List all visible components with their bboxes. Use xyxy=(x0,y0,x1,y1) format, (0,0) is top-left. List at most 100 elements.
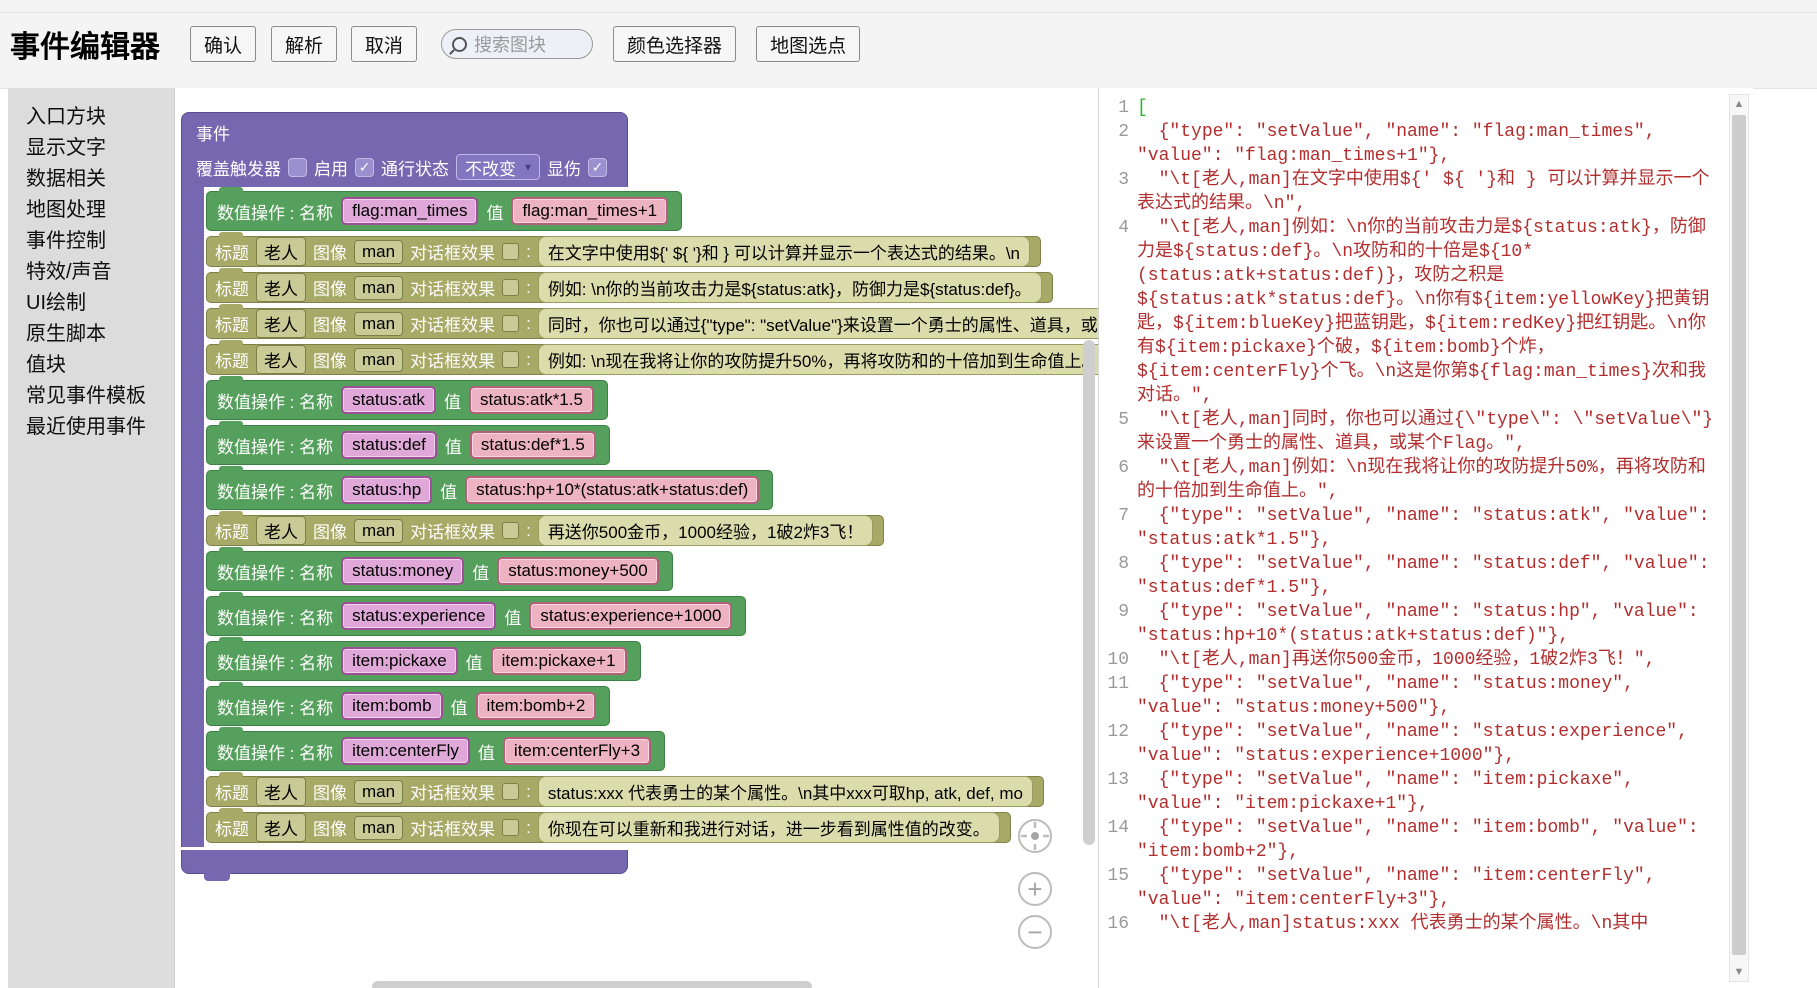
text-content-field[interactable]: status:xxx 代表勇士的某个属性。\n其中xxx可取hp, atk, d… xyxy=(538,776,1033,807)
name-chip[interactable]: item:centerFly xyxy=(341,737,470,765)
title-chip[interactable]: 老人 xyxy=(256,237,306,266)
text-block[interactable]: 标题老人图像man对话框效果:在文字中使用${' ${ '}和 } 可以计算并显… xyxy=(206,236,1041,267)
dialog-effect-checkbox[interactable] xyxy=(502,279,519,296)
value-chip[interactable]: item:bomb+2 xyxy=(476,692,597,720)
enable-checkbox[interactable]: ✓ xyxy=(355,158,374,177)
cancel-button[interactable]: 取消 xyxy=(351,26,417,62)
text-content-field[interactable]: 再送你500金币，1000经验，1破2炸3飞！ xyxy=(538,515,874,546)
image-chip[interactable]: man xyxy=(354,276,403,300)
setvalue-block[interactable]: 数值操作 : 名称flag:man_times值flag:man_times+1 xyxy=(206,191,682,231)
name-chip[interactable]: item:bomb xyxy=(341,692,442,720)
code-scrollbar[interactable]: ▲ ▼ xyxy=(1729,94,1749,982)
dialog-effect-checkbox[interactable] xyxy=(502,243,519,260)
map-pick-button[interactable]: 地图选点 xyxy=(756,26,860,62)
title-chip[interactable]: 老人 xyxy=(256,777,306,806)
enable-label: 启用 xyxy=(314,155,348,180)
sidebar-item-6[interactable]: 特效/声音 xyxy=(8,257,174,288)
title-chip[interactable]: 老人 xyxy=(256,813,306,842)
text-block[interactable]: 标题老人图像man对话框效果:例如: \n你的当前攻击力是${status:at… xyxy=(206,272,1053,303)
event-block[interactable]: 事件 覆盖触发器 启用 ✓ 通行状态 不改变 ▾ 显伤 ✓ 数值操作 : 名称f… xyxy=(181,112,1098,874)
dialog-effect-checkbox[interactable] xyxy=(502,351,519,368)
code-line-text: "\t[老人,man]在文字中使用${' ${ '}和 } 可以计算并显示一个表… xyxy=(1137,168,1717,216)
title-chip[interactable]: 老人 xyxy=(256,309,306,338)
text-content-field[interactable]: 在文字中使用${' ${ '}和 } 可以计算并显示一个表达式的结果。\n xyxy=(538,236,1030,267)
value-chip[interactable]: status:experience+1000 xyxy=(529,602,732,630)
name-chip[interactable]: status:hp xyxy=(341,476,432,504)
color-picker-button[interactable]: 颜色选择器 xyxy=(613,26,736,62)
search-input[interactable]: 搜索图块 xyxy=(441,29,593,59)
zoom-out-button[interactable]: − xyxy=(1018,915,1052,949)
text-content-field[interactable]: 同时，你也可以通过{"type": "setValue"}来设置一个勇士的属性、… xyxy=(538,308,1098,339)
setvalue-block[interactable]: 数值操作 : 名称item:centerFly值item:centerFly+3 xyxy=(206,731,665,771)
show-damage-checkbox[interactable]: ✓ xyxy=(588,158,607,177)
name-chip[interactable]: item:pickaxe xyxy=(341,647,457,675)
confirm-button[interactable]: 确认 xyxy=(190,26,256,62)
value-chip[interactable]: status:atk*1.5 xyxy=(469,386,594,414)
text-block[interactable]: 标题老人图像man对话框效果:同时，你也可以通过{"type": "setVal… xyxy=(206,308,1098,339)
pass-state-dropdown[interactable]: 不改变 ▾ xyxy=(456,154,540,180)
setvalue-block[interactable]: 数值操作 : 名称status:hp值status:hp+10*(status:… xyxy=(206,470,773,510)
image-chip[interactable]: man xyxy=(354,240,403,264)
workspace-vertical-scrollbar[interactable] xyxy=(1083,340,1095,845)
blockly-workspace[interactable]: 事件 覆盖触发器 启用 ✓ 通行状态 不改变 ▾ 显伤 ✓ 数值操作 : 名称f… xyxy=(175,88,1098,988)
text-content-field[interactable]: 例如: \n现在我将让你的攻防提升50%，再将攻防和的十倍加到生命值上。 xyxy=(538,344,1098,375)
dialog-effect-checkbox[interactable] xyxy=(502,783,519,800)
text-content-field[interactable]: 你现在可以重新和我进行对话，进一步看到属性值的改变。 xyxy=(538,812,1000,843)
sidebar-item-1[interactable]: 入口方块 xyxy=(8,102,174,133)
title-chip[interactable]: 老人 xyxy=(256,345,306,374)
text-block[interactable]: 标题老人图像man对话框效果:你现在可以重新和我进行对话，进一步看到属性值的改变… xyxy=(206,812,1011,843)
sidebar-item-4[interactable]: 地图处理 xyxy=(8,195,174,226)
name-chip[interactable]: status:experience xyxy=(341,602,496,630)
setvalue-block[interactable]: 数值操作 : 名称status:def值status:def*1.5 xyxy=(206,425,610,465)
sidebar-item-5[interactable]: 事件控制 xyxy=(8,226,174,257)
code-scrollbar-thumb[interactable] xyxy=(1732,115,1746,955)
scroll-up-arrow-icon[interactable]: ▲ xyxy=(1730,96,1748,112)
value-chip[interactable]: status:def*1.5 xyxy=(470,431,596,459)
value-chip[interactable]: status:hp+10*(status:atk+status:def) xyxy=(465,476,759,504)
value-chip[interactable]: item:pickaxe+1 xyxy=(491,647,627,675)
sidebar-item-11[interactable]: 最近使用事件 xyxy=(8,412,174,443)
workspace-horizontal-scrollbar[interactable] xyxy=(372,981,812,988)
json-code-panel[interactable]: 1[2 {"type": "setValue", "name": "flag:m… xyxy=(1098,88,1753,988)
parse-button[interactable]: 解析 xyxy=(271,26,337,62)
sidebar-item-7[interactable]: UI绘制 xyxy=(8,288,174,319)
image-chip[interactable]: man xyxy=(354,519,403,543)
text-block[interactable]: 标题老人图像man对话框效果:再送你500金币，1000经验，1破2炸3飞！ xyxy=(206,515,884,546)
title-chip[interactable]: 老人 xyxy=(256,516,306,545)
text-content-field[interactable]: 例如: \n你的当前攻击力是${status:atk}，防御力是${status… xyxy=(538,272,1042,303)
name-chip[interactable]: status:def xyxy=(341,431,437,459)
dialog-effect-checkbox[interactable] xyxy=(502,819,519,836)
dialog-effect-checkbox[interactable] xyxy=(502,522,519,539)
image-chip[interactable]: man xyxy=(354,312,403,336)
setvalue-block[interactable]: 数值操作 : 名称item:pickaxe值item:pickaxe+1 xyxy=(206,641,641,681)
setvalue-block[interactable]: 数值操作 : 名称status:atk值status:atk*1.5 xyxy=(206,380,608,420)
locate-target-button[interactable] xyxy=(1018,819,1052,853)
title-chip[interactable]: 老人 xyxy=(256,273,306,302)
sidebar-item-8[interactable]: 原生脚本 xyxy=(8,319,174,350)
setvalue-block[interactable]: 数值操作 : 名称status:money值status:money+500 xyxy=(206,551,673,591)
image-chip[interactable]: man xyxy=(354,816,403,840)
image-chip[interactable]: man xyxy=(354,780,403,804)
sidebar-item-9[interactable]: 值块 xyxy=(8,350,174,381)
value-chip[interactable]: flag:man_times+1 xyxy=(511,197,668,225)
setvalue-block[interactable]: 数值操作 : 名称status:experience值status:experi… xyxy=(206,596,746,636)
setvalue-block[interactable]: 数值操作 : 名称item:bomb值item:bomb+2 xyxy=(206,686,610,726)
name-chip[interactable]: status:atk xyxy=(341,386,436,414)
image-chip[interactable]: man xyxy=(354,348,403,372)
sidebar-item-10[interactable]: 常见事件模板 xyxy=(8,381,174,412)
name-chip[interactable]: status:money xyxy=(341,557,464,585)
code-editor[interactable]: 1[2 {"type": "setValue", "name": "flag:m… xyxy=(1099,96,1717,936)
event-block-header[interactable]: 事件 覆盖触发器 启用 ✓ 通行状态 不改变 ▾ 显伤 ✓ xyxy=(181,112,628,187)
zoom-in-button[interactable]: + xyxy=(1018,872,1052,906)
sidebar-item-2[interactable]: 显示文字 xyxy=(8,133,174,164)
sidebar-item-3[interactable]: 数据相关 xyxy=(8,164,174,195)
override-trigger-checkbox[interactable] xyxy=(288,158,307,177)
value-chip[interactable]: status:money+500 xyxy=(497,557,658,585)
name-chip[interactable]: flag:man_times xyxy=(341,197,478,225)
scroll-down-arrow-icon[interactable]: ▼ xyxy=(1730,964,1748,980)
value-chip[interactable]: item:centerFly+3 xyxy=(503,737,651,765)
text-block[interactable]: 标题老人图像man对话框效果:例如: \n现在我将让你的攻防提升50%，再将攻防… xyxy=(206,344,1098,375)
text-block[interactable]: 标题老人图像man对话框效果:status:xxx 代表勇士的某个属性。\n其中… xyxy=(206,776,1044,807)
colon-label: : xyxy=(526,782,531,802)
dialog-effect-checkbox[interactable] xyxy=(502,315,519,332)
